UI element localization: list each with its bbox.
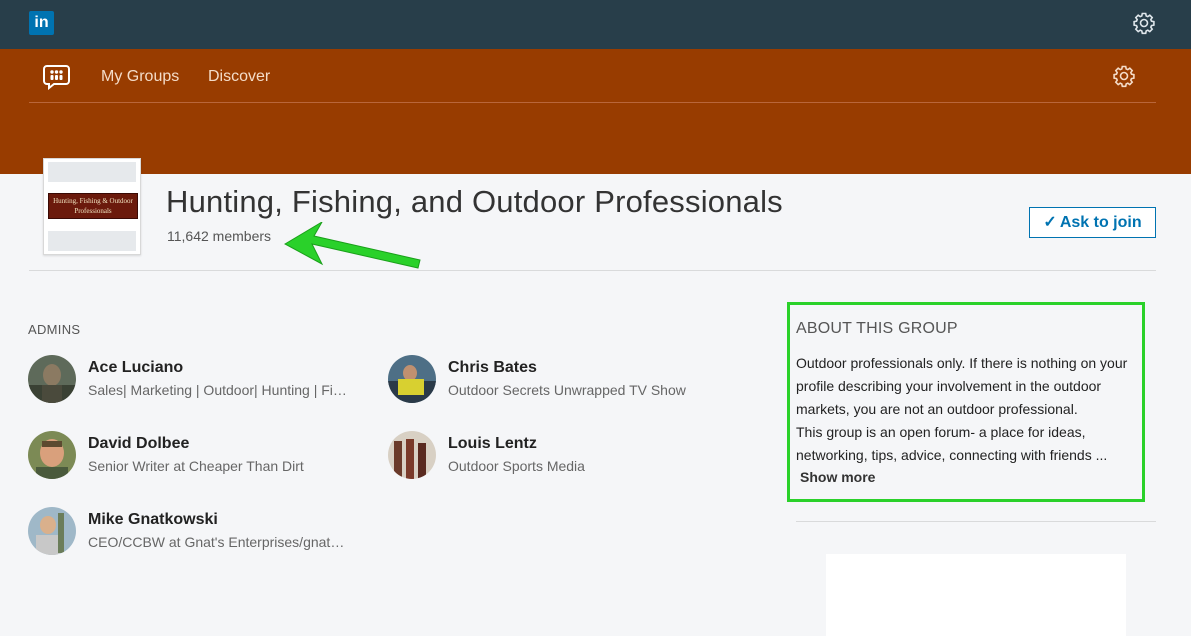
group-title: Hunting, Fishing, and Outdoor Profession… [166, 184, 783, 219]
admin-name[interactable]: Ace Luciano [88, 359, 183, 377]
groups-nav-bar: My Groups Discover [0, 49, 1191, 174]
about-paragraph: Outdoor professionals only. If there is … [796, 355, 1128, 417]
nav-discover-link[interactable]: Discover [208, 68, 270, 86]
about-description: Outdoor professionals only. If there is … [796, 352, 1136, 467]
show-more-link[interactable]: Show more [800, 469, 875, 485]
gear-icon[interactable] [1112, 64, 1136, 88]
nav-my-groups-link[interactable]: My Groups [101, 68, 179, 86]
admin-headline: CEO/CCBW at Gnat's Enterprises/gnatkowsk… [88, 534, 348, 550]
gear-icon[interactable] [1132, 11, 1156, 35]
admin-name[interactable]: Chris Bates [448, 359, 537, 377]
admin-item[interactable]: Ace Luciano Sales| Marketing | Outdoor| … [28, 355, 348, 405]
admin-item[interactable]: Chris Bates Outdoor Secrets Unwrapped TV… [388, 355, 708, 405]
logo-placeholder [48, 231, 136, 251]
member-count[interactable]: 11,642 members [167, 228, 271, 244]
about-paragraph: This group is an open forum- a place for… [796, 424, 1108, 463]
divider [29, 270, 1156, 271]
logo-placeholder [48, 162, 136, 182]
admin-item[interactable]: Mike Gnatkowski CEO/CCBW at Gnat's Enter… [28, 507, 348, 557]
admin-name[interactable]: Louis Lentz [448, 435, 537, 453]
admin-name[interactable]: Mike Gnatkowski [88, 511, 218, 529]
admin-headline: Outdoor Secrets Unwrapped TV Show [448, 382, 686, 398]
checkmark-icon: ✓ [1043, 214, 1057, 231]
admin-name[interactable]: David Dolbee [88, 435, 189, 453]
admin-item[interactable]: Louis Lentz Outdoor Sports Media [388, 431, 708, 481]
group-logo-image: Hunting, Fishing & Outdoor Professionals [48, 193, 138, 219]
ask-to-join-button[interactable]: ✓ Ask to join [1029, 207, 1156, 238]
avatar[interactable] [388, 355, 436, 403]
ask-to-join-label: Ask to join [1059, 214, 1142, 231]
about-heading: ABOUT THIS GROUP [796, 320, 958, 337]
group-logo: Hunting, Fishing & Outdoor Professionals [43, 158, 141, 255]
divider [796, 521, 1156, 522]
annotation-arrow-icon [283, 222, 421, 269]
admin-headline: Senior Writer at Cheaper Than Dirt [88, 458, 304, 474]
admin-headline: Sales| Marketing | Outdoor| Hunting | Fi… [88, 382, 348, 398]
divider [29, 102, 1156, 103]
groups-icon[interactable] [43, 63, 70, 90]
avatar[interactable] [28, 507, 76, 555]
ad-panel [826, 554, 1126, 636]
admin-item[interactable]: David Dolbee Senior Writer at Cheaper Th… [28, 431, 348, 481]
linkedin-top-bar: in [0, 0, 1191, 49]
admin-headline: Outdoor Sports Media [448, 458, 585, 474]
avatar[interactable] [28, 431, 76, 479]
admins-heading: ADMINS [28, 322, 81, 337]
avatar[interactable] [28, 355, 76, 403]
linkedin-logo-icon[interactable]: in [29, 11, 54, 35]
avatar[interactable] [388, 431, 436, 479]
